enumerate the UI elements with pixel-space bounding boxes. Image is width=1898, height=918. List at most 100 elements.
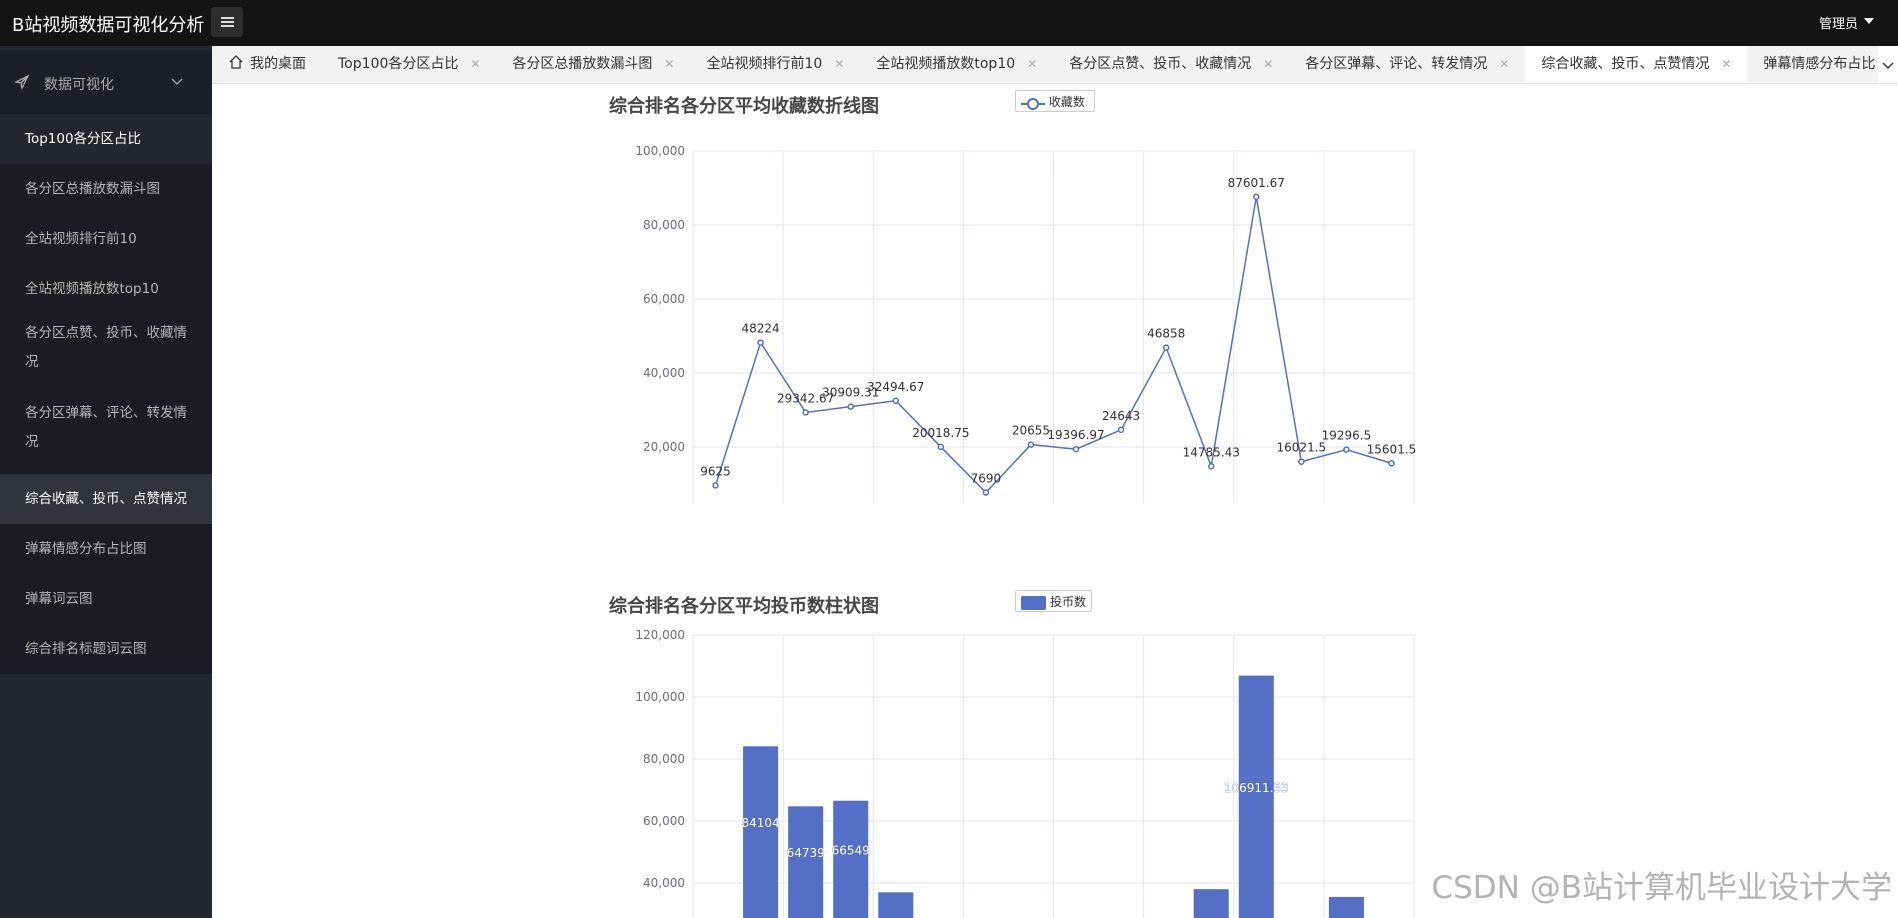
tab-label: 各分区点赞、投币、收藏情况 (1069, 56, 1252, 72)
bar (788, 806, 824, 918)
data-label: 64739 (787, 846, 825, 860)
data-label: 20018.75 (912, 426, 969, 440)
y-tick-label: 20,000 (643, 440, 685, 454)
y-tick-label: 120,000 (635, 628, 685, 642)
data-label: 9625 (700, 464, 731, 478)
top-bar: B站视频数据可视化分析 管理员 (0, 0, 1898, 46)
sidebar-item[interactable]: 各分区弹幕、评论、转发情况 (0, 394, 212, 474)
tab[interactable]: 各分区弹幕、评论、转发情况 ✕ (1289, 46, 1525, 83)
sidebar-list: Top100各分区占比 各分区总播放数漏斗图 全站视频排行前10 全站视频播放数top… (0, 114, 212, 674)
caret-down-icon[interactable] (1864, 18, 1874, 24)
app-title: B站视频数据可视化分析 (12, 15, 205, 36)
data-point (1253, 193, 1260, 201)
sidebar-item[interactable]: 各分区点赞、投币、收藏情况 (0, 314, 212, 394)
tabs-more-icon[interactable] (1878, 46, 1898, 83)
tab[interactable]: 各分区总播放数漏斗图 ✕ (496, 46, 690, 83)
data-point (712, 482, 719, 489)
admin-menu[interactable]: 管理员 (1819, 13, 1858, 32)
data-label: 14785.43 (1183, 445, 1240, 459)
y-tick-label: 60,000 (643, 292, 685, 306)
tab[interactable]: 全站视频播放数top10 ✕ (860, 46, 1053, 83)
data-label: 66549 (832, 843, 870, 857)
tab-label: 全站视频排行前10 (706, 56, 823, 72)
tab-label: 综合收藏、投币、点赞情况 (1541, 56, 1710, 72)
data-label: 19396.97 (1047, 428, 1104, 442)
tab[interactable]: 我的桌面 (212, 46, 322, 83)
sidebar-item[interactable]: 弹幕词云图 (0, 574, 212, 624)
data-label: 7690 (971, 472, 1002, 486)
tab[interactable]: 弹幕情感分布占比✕ (1747, 46, 1898, 83)
close-icon[interactable]: ✕ (1263, 57, 1273, 71)
data-point (1117, 426, 1125, 434)
data-point (1162, 344, 1170, 351)
tab[interactable]: 全站视频排行前10 ✕ (690, 46, 860, 83)
y-tick-label: 80,000 (643, 218, 685, 232)
data-point (1072, 445, 1080, 453)
chevron-down-icon (171, 78, 183, 85)
data-label: 84104 (742, 816, 780, 830)
data-point (802, 409, 809, 416)
data-label: 16021.5 (1277, 441, 1327, 455)
line-chart: 020,00040,00060,00080,000100,000音乐游戏知识舞蹈… (635, 144, 1417, 504)
tab[interactable]: Top100各分区占比 ✕ (322, 46, 496, 83)
close-icon[interactable]: ✕ (470, 57, 480, 71)
close-icon[interactable]: ✕ (1721, 57, 1731, 71)
data-point (1207, 463, 1215, 470)
data-label: 32494.67 (867, 380, 924, 394)
data-label: 106911.33 (1224, 781, 1289, 795)
y-tick-label: 60,000 (643, 814, 685, 828)
data-point (757, 339, 764, 346)
hamburger-icon-line (221, 25, 234, 27)
bar (1328, 896, 1364, 918)
bar (833, 800, 869, 918)
sidebar-item[interactable]: 弹幕情感分布占比图 (0, 524, 212, 574)
hamburger-icon-line (221, 21, 234, 23)
tab-label: 弹幕情感分布占比 (1763, 56, 1876, 72)
y-tick-label: 40,000 (643, 366, 685, 380)
close-icon[interactable]: ✕ (1027, 57, 1037, 71)
data-point (1298, 458, 1305, 465)
y-tick-label: 100,000 (635, 690, 685, 704)
sidebar-item[interactable]: 各分区总播放数漏斗图 (0, 164, 212, 214)
tab-label: 我的桌面 (250, 56, 306, 72)
bar (878, 892, 914, 918)
sidebar-item[interactable]: 综合收藏、投币、点赞情况 (0, 474, 212, 524)
close-icon[interactable]: ✕ (664, 57, 674, 71)
hamburger-icon (221, 17, 234, 19)
sidebar-item[interactable]: 全站视频排行前10 (0, 214, 212, 264)
close-icon[interactable]: ✕ (1499, 57, 1509, 71)
data-point (1343, 446, 1350, 453)
menu-toggle-button[interactable] (211, 7, 243, 37)
sidebar: 数据可视化 Top100各分区占比 各分区总播放数漏斗图 全站视频排行前10 全站视频… (0, 46, 212, 918)
close-icon[interactable]: ✕ (834, 57, 844, 71)
y-tick-label: 100,000 (635, 144, 685, 158)
tab-label: 各分区总播放数漏斗图 (512, 56, 653, 72)
data-label: 19296.5 (1322, 429, 1372, 443)
bar (1238, 675, 1274, 918)
sidebar-item[interactable]: 综合排名标题词云图 (0, 624, 212, 674)
data-label: 24643 (1102, 409, 1140, 423)
watermark: CSDN @B站计算机毕业设计大学 (1431, 870, 1892, 906)
data-point (1388, 460, 1395, 467)
data-label: 46858 (1147, 327, 1185, 341)
sidebar-item[interactable]: 全站视频播放数top10 (0, 264, 212, 314)
data-point (937, 443, 945, 451)
tab-label: Top100各分区占比 (338, 56, 459, 72)
tab[interactable]: 综合收藏、投币、点赞情况 ✕ (1525, 46, 1748, 83)
sidebar-group-data-viz[interactable]: 数据可视化 (0, 50, 212, 114)
data-label: 48224 (742, 322, 780, 336)
data-point (1027, 441, 1035, 448)
sidebar-item[interactable]: Top100各分区占比 (0, 114, 212, 164)
data-label: 15601.5 (1367, 442, 1417, 456)
data-point (892, 397, 900, 405)
tab[interactable]: 各分区点赞、投币、收藏情况 ✕ (1053, 46, 1289, 83)
data-label: 20655 (1012, 424, 1050, 438)
data-point (847, 403, 854, 410)
bar (1193, 889, 1229, 918)
home-icon (229, 55, 243, 69)
main-content: 综合排名各分区平均收藏数折线图 收藏数 020,00040,00060,0008… (212, 84, 1898, 918)
tab-label: 各分区弹幕、评论、转发情况 (1305, 56, 1488, 72)
sidebar-group-label: 数据可视化 (44, 77, 114, 93)
tab-bar: 我的桌面 Top100各分区占比 ✕ 各分区总播放数漏斗图 ✕ 全站视频排行前10 ✕ 全站视… (212, 46, 1898, 84)
data-point (982, 489, 990, 496)
